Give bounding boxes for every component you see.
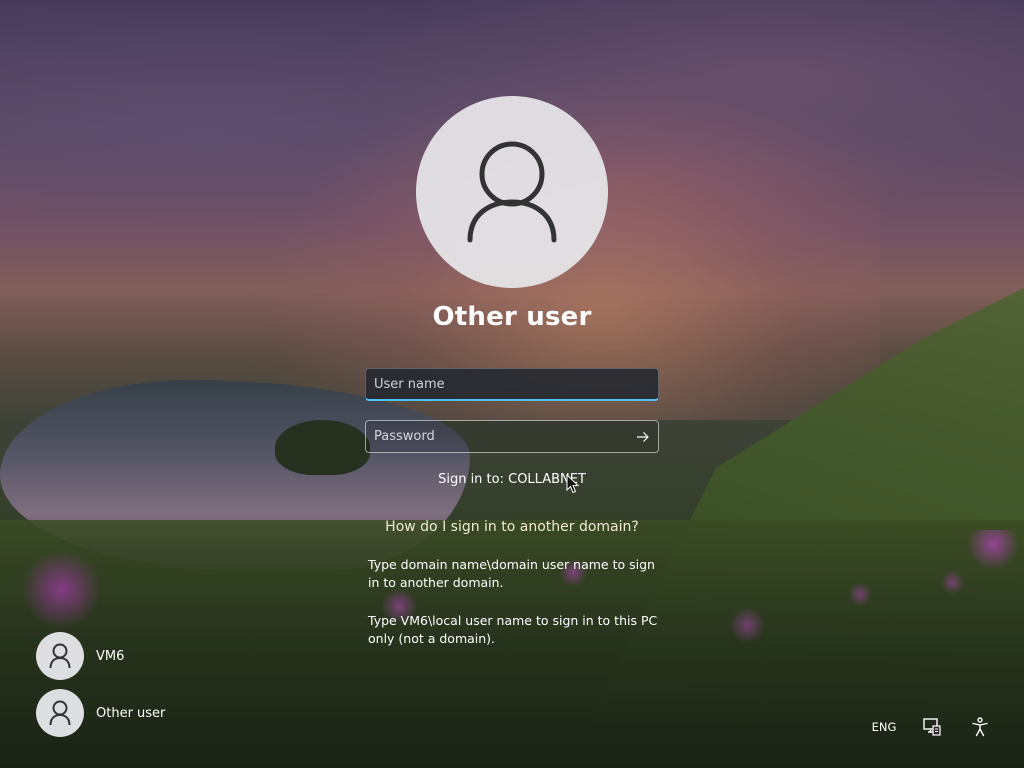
user-switch-other-user[interactable]: Other user	[36, 689, 165, 737]
user-switch-vm6[interactable]: VM6	[36, 632, 124, 680]
user-avatar	[36, 689, 84, 737]
network-icon	[923, 718, 941, 736]
lock-screen: Other user Sign in to: COLLABNET How do …	[0, 0, 1024, 768]
accessibility-button[interactable]	[966, 714, 994, 740]
submit-button[interactable]	[628, 421, 658, 452]
accessibility-icon	[972, 717, 988, 737]
user-icon	[49, 700, 71, 726]
user-name: VM6	[96, 648, 125, 664]
username-input[interactable]	[366, 369, 658, 399]
sign-in-panel: Other user Sign in to: COLLABNET How do …	[0, 0, 1024, 768]
help-text-domain: Type domain name\domain user name to sig…	[368, 557, 655, 590]
user-icon	[467, 141, 557, 243]
network-button[interactable]	[918, 714, 946, 740]
password-input[interactable]	[366, 421, 628, 452]
password-field[interactable]	[365, 420, 659, 453]
account-title: Other user	[432, 302, 592, 332]
user-icon	[49, 643, 71, 669]
help-text-local: Type VM6\local user name to sign in to t…	[368, 613, 658, 646]
user-avatar	[36, 632, 84, 680]
other-domain-help-link[interactable]: How do I sign in to another domain?	[312, 519, 712, 535]
language-indicator[interactable]: ENG	[866, 716, 902, 738]
large-user-avatar	[416, 96, 608, 288]
sign-in-domain-label: Sign in to: COLLABNET	[438, 472, 586, 487]
arrow-right-icon	[637, 431, 649, 442]
username-field[interactable]	[365, 368, 659, 401]
user-name: Other user	[96, 705, 166, 721]
